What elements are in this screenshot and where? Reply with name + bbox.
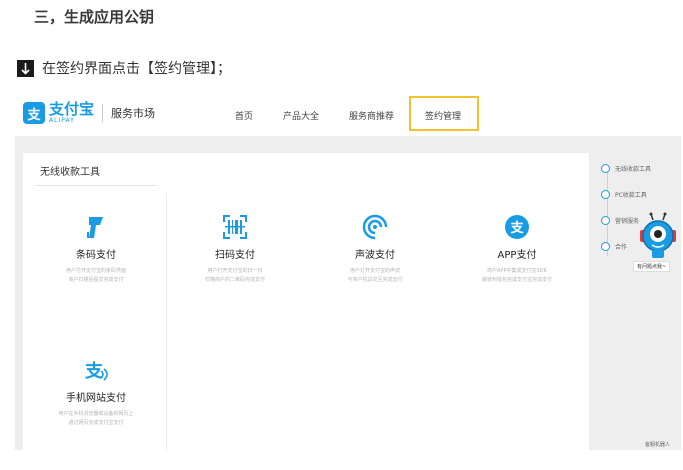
- tool-description: 用户在手机浏览器或设备的网页上 通过网页完成支付宝支付: [31, 410, 161, 428]
- tool-desc-line: 跳转到钱包完成支付宝完成支付: [481, 277, 552, 283]
- contract-management-highlight: [409, 96, 479, 131]
- nav-products[interactable]: 产品大全: [283, 109, 319, 122]
- tool-description: 用户打开支付宝的扫一扫 扫描商户的二维码完成支付: [170, 267, 300, 285]
- tool-desc-line: 用户在手机浏览器或设备的网页上: [58, 411, 134, 417]
- tool-qr-pay[interactable]: 扫码支付 用户打开支付宝的扫一扫 扫描商户的二维码完成支付: [170, 213, 300, 285]
- section-heading: 三，生成应用公钥: [34, 8, 155, 26]
- tool-desc-line: 与商户机具交互完成支付: [347, 277, 403, 283]
- instruction-text: 在签约界面点击【签约管理】；: [42, 61, 231, 77]
- tool-desc-line: 用户打开支付宝的扫一扫: [207, 268, 263, 274]
- down-arrow-icon: [17, 59, 34, 77]
- tool-desc-line: 通过网页完成支付宝支付: [68, 420, 124, 426]
- tool-desc-line: 用户付开支付宝的条码界面: [65, 268, 126, 274]
- tool-app-pay[interactable]: 支 APP支付 商户APP中集成支付宝SDK 跳转到钱包完成支付宝完成支付: [452, 213, 582, 285]
- tool-soundwave-pay[interactable]: 声波支付 用户打开支付宝的声波 与商户机具交互完成支付: [310, 213, 440, 285]
- column-divider: [166, 193, 167, 450]
- help-robot-icon[interactable]: [637, 212, 679, 264]
- tool-desc-line: 商户扫描后提交完成支付: [68, 277, 124, 283]
- robot-help-label[interactable]: 有问题点我~: [633, 261, 671, 272]
- tool-desc-line: 扫描商户的二维码完成支付: [204, 277, 265, 283]
- side-nav-item[interactable]: PC收款工具: [601, 190, 647, 199]
- footer-note: 客服机器人: [645, 442, 671, 448]
- tool-mobile-web-pay[interactable]: 支 手机网站支付 用户在手机浏览器或设备的网页上 通过网页完成支付宝支付: [31, 356, 161, 428]
- side-nav-item[interactable]: 营销服务: [601, 216, 639, 225]
- side-nav-label: 合作: [615, 244, 628, 251]
- tool-barcode-pay[interactable]: 条码支付 用户付开支付宝的条码界面 商户扫描后提交完成支付: [31, 213, 161, 285]
- alipay-logo[interactable]: 支 支付宝 ALIPAY 服务市场: [23, 102, 155, 124]
- tool-description: 用户打开支付宝的声波 与商户机具交互完成支付: [310, 267, 440, 285]
- side-nav-item[interactable]: 无线收款工具: [601, 164, 651, 173]
- side-nav-label: 无线收款工具: [615, 166, 652, 173]
- timeline-dot: [601, 190, 610, 199]
- barcode-scanner-icon: [31, 213, 161, 241]
- instruction-step: 在签约界面点击【签约管理】；: [17, 58, 231, 78]
- tool-name: 声波支付: [355, 250, 395, 261]
- side-nav-label: 营销服务: [615, 218, 640, 225]
- timeline-dot: [601, 216, 610, 225]
- mobile-web-pay-icon: 支: [31, 356, 161, 384]
- nav-home[interactable]: 首页: [235, 109, 253, 122]
- panel-title: 无线收款工具: [40, 167, 100, 178]
- tool-name: 条码支付: [76, 250, 116, 261]
- tool-desc-line: 用户打开支付宝的声波: [349, 268, 400, 274]
- service-market-label: 服务市场: [111, 107, 156, 120]
- tool-description: 商户APP中集成支付宝SDK 跳转到钱包完成支付宝完成支付: [452, 267, 582, 285]
- side-nav-label: PC收款工具: [615, 192, 647, 199]
- panel-title-divider: [35, 185, 157, 186]
- logo-divider: [102, 104, 104, 122]
- tool-name: 扫码支付: [215, 250, 255, 261]
- market-topbar: 支 支付宝 ALIPAY 服务市场 首页 产品大全 服务商推荐 签约管理: [15, 94, 681, 136]
- tool-name: 手机网站支付: [66, 393, 126, 404]
- embedded-screenshot: 支 支付宝 ALIPAY 服务市场 首页 产品大全 服务商推荐 签约管理 无线收…: [15, 94, 681, 450]
- tools-panel: 无线收款工具 条码支付 用户付开支付宝的条码界面 商户扫描后提交完成支付 扫码支…: [23, 153, 589, 450]
- timeline-dot: [601, 242, 610, 251]
- timeline-dot: [601, 164, 610, 173]
- tool-desc-line: 商户APP中集成支付宝SDK: [487, 268, 547, 274]
- nav-providers[interactable]: 服务商推荐: [349, 109, 394, 122]
- tool-name: APP支付: [497, 250, 537, 261]
- brand-name-en: ALIPAY: [49, 117, 75, 124]
- tool-description: 用户付开支付宝的条码界面 商户扫描后提交完成支付: [31, 267, 161, 285]
- brand-name: 支付宝: [49, 100, 95, 118]
- qr-scan-icon: [170, 213, 300, 241]
- svg-text:支: 支: [509, 220, 524, 236]
- alipay-app-icon: 支: [452, 213, 582, 241]
- soundwave-icon: [310, 213, 440, 241]
- side-nav-item[interactable]: 合作: [601, 242, 627, 251]
- alipay-mark-icon: 支: [23, 102, 45, 124]
